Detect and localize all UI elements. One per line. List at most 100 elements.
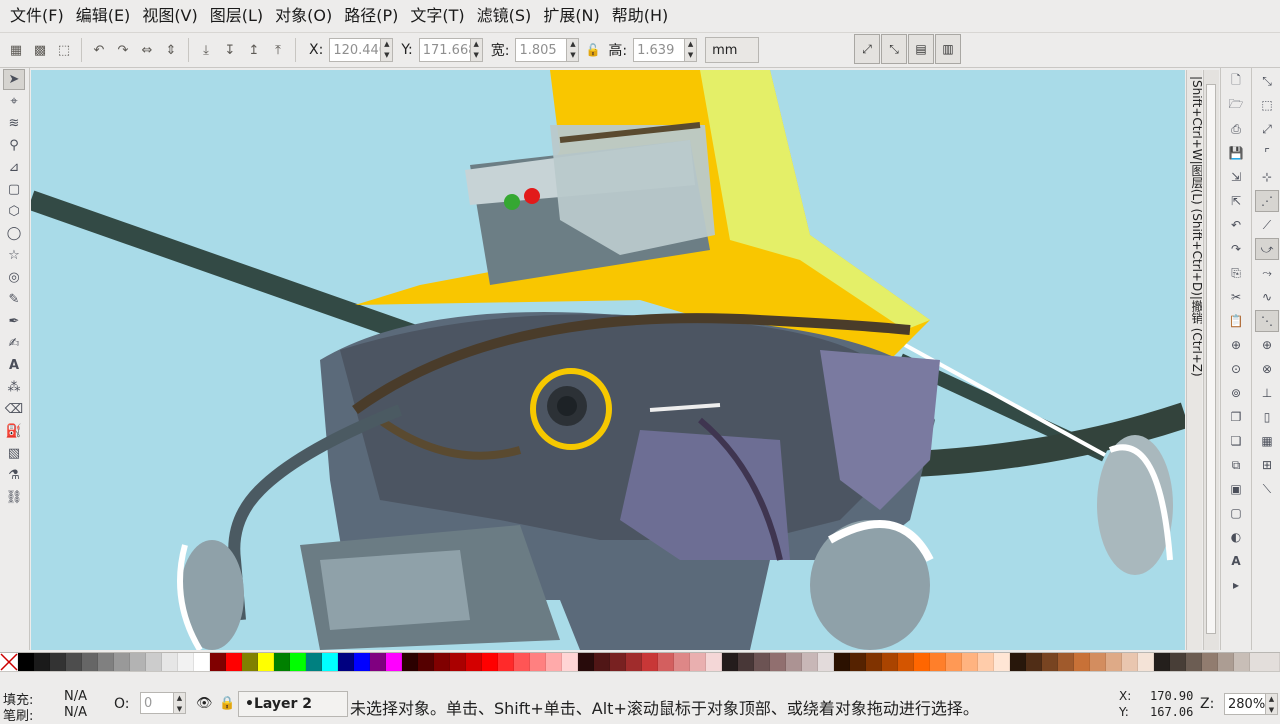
pen-tool-icon[interactable]: ✒ <box>3 311 25 332</box>
lower-to-bottom-icon[interactable]: ⤓ <box>194 38 218 62</box>
zoom-selection-icon[interactable]: ⊕ <box>1224 334 1248 356</box>
open-icon[interactable]: 🗁 <box>1224 94 1248 116</box>
color-swatch[interactable] <box>322 653 338 671</box>
color-swatch[interactable] <box>866 653 882 671</box>
snap-smooth-nodes-icon[interactable]: ∿ <box>1255 286 1279 308</box>
color-swatch[interactable] <box>882 653 898 671</box>
calligraphy-tool-icon[interactable]: ✍ <box>3 333 25 354</box>
ellipse-tool-icon[interactable]: ◯ <box>3 223 25 244</box>
color-swatch[interactable] <box>162 653 178 671</box>
color-swatch[interactable] <box>706 653 722 671</box>
star-tool-icon[interactable]: ☆ <box>3 245 25 266</box>
width-input[interactable] <box>515 38 568 62</box>
y-field[interactable]: ▲▼ <box>418 38 483 62</box>
color-swatch[interactable] <box>722 653 738 671</box>
undo-icon[interactable]: ↶ <box>1224 214 1248 236</box>
color-swatch[interactable] <box>402 653 418 671</box>
color-swatch[interactable] <box>1202 653 1218 671</box>
color-swatch[interactable] <box>850 653 866 671</box>
color-swatch[interactable] <box>114 653 130 671</box>
opacity-field[interactable]: ▲▼ <box>140 692 186 714</box>
zoom-spinner[interactable]: ▲ ▼ <box>1266 693 1278 715</box>
snap-paths-icon[interactable]: ⟋ <box>1255 214 1279 236</box>
snap-bbox-edge-icon[interactable]: ⤢ <box>1255 118 1279 140</box>
color-swatch[interactable] <box>1026 653 1042 671</box>
color-swatch[interactable] <box>1186 653 1202 671</box>
snap-enable-icon[interactable]: ⤡ <box>1255 70 1279 92</box>
paint-bucket-tool-icon[interactable]: ⛽ <box>3 421 25 442</box>
color-swatch[interactable] <box>66 653 82 671</box>
lower-icon[interactable]: ↧ <box>218 38 242 62</box>
color-swatch[interactable] <box>98 653 114 671</box>
menu-layer[interactable]: 图层(L) <box>204 0 269 32</box>
snap-page-border-icon[interactable]: ▯ <box>1255 406 1279 428</box>
color-swatch[interactable] <box>754 653 770 671</box>
color-swatch[interactable] <box>1090 653 1106 671</box>
no-color-swatch[interactable] <box>0 653 18 671</box>
snap-cusp-nodes-icon[interactable]: ⤳ <box>1255 262 1279 284</box>
rotate-ccw-icon[interactable]: ↶ <box>87 38 111 62</box>
color-swatch[interactable] <box>546 653 562 671</box>
color-swatch[interactable] <box>178 653 194 671</box>
vertical-ruler[interactable]: |Shift+Ctrl+W|图层(L) (Shift+Ctrl+D)|撤销 (C… <box>1186 70 1202 650</box>
select-all-layers-icon[interactable]: ▩ <box>28 38 52 62</box>
color-swatch[interactable] <box>594 653 610 671</box>
color-swatch[interactable] <box>690 653 706 671</box>
color-swatch[interactable] <box>1234 653 1250 671</box>
dropper-tool-icon[interactable]: ⚗ <box>3 465 25 486</box>
color-swatch[interactable] <box>226 653 242 671</box>
menu-help[interactable]: 帮助(H) <box>606 0 675 32</box>
color-swatch[interactable] <box>370 653 386 671</box>
height-input[interactable] <box>633 38 686 62</box>
paste-icon[interactable]: 📋 <box>1224 310 1248 332</box>
menu-edit[interactable]: 编辑(E) <box>70 0 137 32</box>
color-swatch[interactable] <box>1170 653 1186 671</box>
snap-bbox-icon[interactable]: ⬚ <box>1255 94 1279 116</box>
spray-tool-icon[interactable]: ⁂ <box>3 377 25 398</box>
color-swatch[interactable] <box>434 653 450 671</box>
raise-icon[interactable]: ↥ <box>242 38 266 62</box>
color-swatch[interactable] <box>770 653 786 671</box>
color-swatch[interactable] <box>674 653 690 671</box>
color-swatch[interactable] <box>914 653 930 671</box>
y-input[interactable] <box>418 38 471 62</box>
menu-path[interactable]: 路径(P) <box>338 0 404 32</box>
cut-icon[interactable]: ✂ <box>1224 286 1248 308</box>
toggle-visibility-icon[interactable]: 👁 <box>196 696 213 711</box>
color-swatch[interactable] <box>626 653 642 671</box>
transform-gradients-icon[interactable]: ▤ <box>908 34 934 64</box>
zoom-page-icon[interactable]: ⊚ <box>1224 382 1248 404</box>
color-swatch[interactable] <box>306 653 322 671</box>
transform-patterns-icon[interactable]: ▥ <box>935 34 961 64</box>
color-swatch[interactable] <box>1138 653 1154 671</box>
height-spinner[interactable]: ▲ ▼ <box>685 38 698 62</box>
new-document-icon[interactable]: 🗋 <box>1224 70 1248 92</box>
spiral-tool-icon[interactable]: ◎ <box>3 267 25 288</box>
text-font-icon[interactable]: A <box>1224 550 1248 572</box>
color-swatch[interactable] <box>514 653 530 671</box>
ungroup-icon[interactable]: ▢ <box>1224 502 1248 524</box>
unit-select[interactable]: mm <box>705 37 760 63</box>
snap-nodes-icon[interactable]: ⋰ <box>1255 190 1279 212</box>
snap-midpoints-icon[interactable]: ⋱ <box>1255 310 1279 332</box>
zoom-field[interactable]: ▲▼ <box>1224 693 1278 715</box>
x-input[interactable] <box>329 38 382 62</box>
gradient-tool-icon[interactable]: ▧ <box>3 443 25 464</box>
color-swatch[interactable] <box>818 653 834 671</box>
menu-view[interactable]: 视图(V) <box>136 0 203 32</box>
snap-bbox-corner-icon[interactable]: ⌜ <box>1255 142 1279 164</box>
color-swatch[interactable] <box>450 653 466 671</box>
color-swatch[interactable] <box>210 653 226 671</box>
color-swatch[interactable] <box>1010 653 1026 671</box>
menu-object[interactable]: 对象(O) <box>269 0 338 32</box>
color-swatch[interactable] <box>1058 653 1074 671</box>
menu-extensions[interactable]: 扩展(N) <box>537 0 605 32</box>
fill-value[interactable]: N/A <box>64 689 87 704</box>
fill-stroke-icon[interactable]: ◐ <box>1224 526 1248 548</box>
snap-path-intersections-icon[interactable]: ⤻ <box>1255 238 1279 260</box>
color-swatch[interactable] <box>1154 653 1170 671</box>
unlink-clone-icon[interactable]: ⧉ <box>1224 454 1248 476</box>
snap-rotation-centers-icon[interactable]: ⊗ <box>1255 358 1279 380</box>
redo-icon[interactable]: ↷ <box>1224 238 1248 260</box>
color-swatch[interactable] <box>498 653 514 671</box>
